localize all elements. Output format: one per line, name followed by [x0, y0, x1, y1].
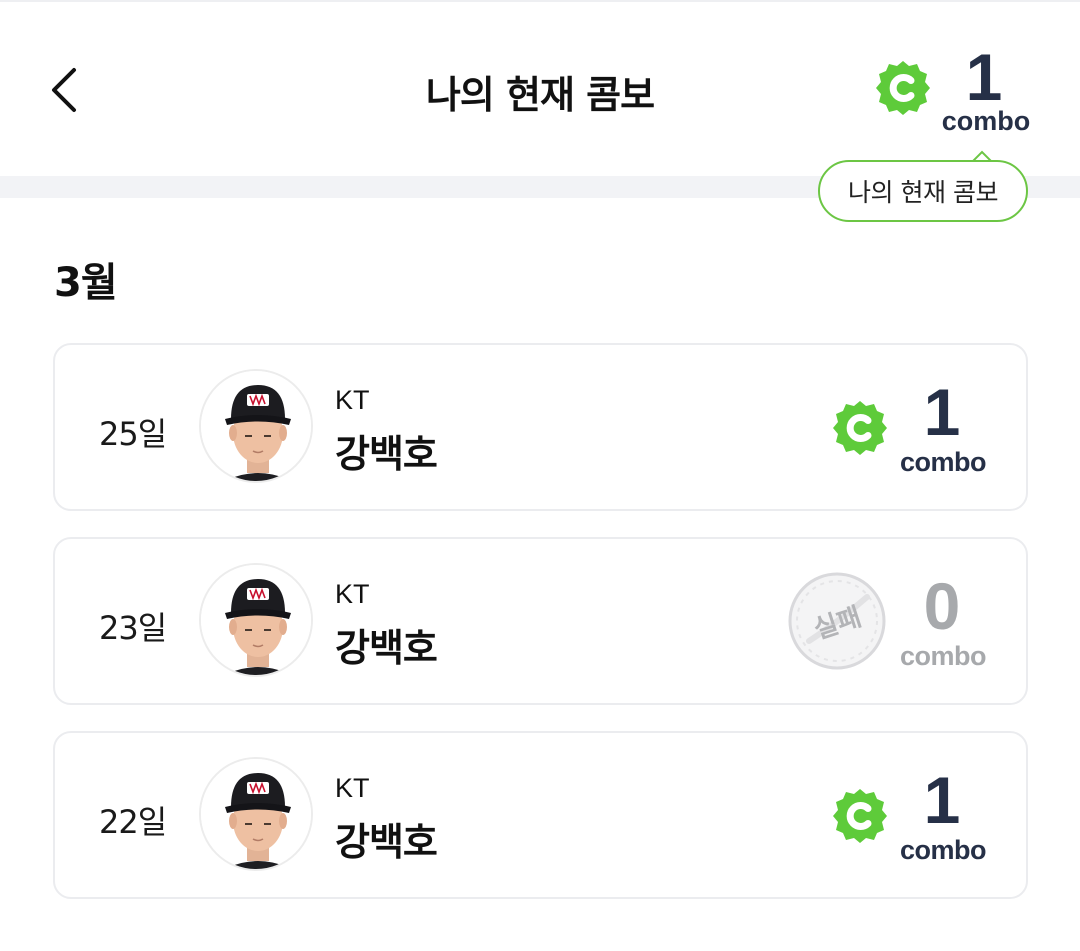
entry-day: 22일: [99, 803, 167, 841]
entry-day: 25일: [99, 415, 167, 453]
player-name: 강백호: [335, 432, 438, 476]
current-combo-value: 1: [965, 40, 1003, 114]
team-name: KT: [335, 773, 370, 803]
player-avatar: [199, 563, 313, 677]
player-name: 강백호: [335, 820, 438, 864]
entry-day: 23일: [99, 609, 167, 647]
player-photo-icon: [201, 759, 311, 869]
combo-history-card[interactable]: 22일 KT 강백호 1 combo: [53, 731, 1028, 899]
combo-c-badge-icon: [833, 789, 887, 843]
fail-stamp-icon: 실패: [787, 571, 887, 671]
combo-unit: combo: [899, 641, 987, 671]
team-name: KT: [335, 579, 370, 609]
combo-history-card[interactable]: 25일 KT 강백호 1 combo: [53, 343, 1028, 511]
combo-history-card[interactable]: 23일 KT 강백호 실패 0 combo: [53, 537, 1028, 705]
player-name: 강백호: [335, 626, 438, 670]
combo-count: 1: [923, 375, 961, 449]
combo-unit: combo: [899, 447, 987, 477]
page-header: 나의 현재 콤보 1 combo: [0, 0, 1080, 176]
combo-count: 1: [923, 763, 961, 837]
combo-count: 0: [923, 569, 961, 643]
current-combo-indicator: 1 combo: [872, 40, 1042, 140]
team-name: KT: [335, 385, 370, 415]
combo-unit: combo: [899, 835, 987, 865]
player-avatar: [199, 757, 313, 871]
current-combo-tooltip: 나의 현재 콤보: [818, 160, 1028, 222]
combo-c-badge-icon: [876, 61, 930, 115]
player-photo-icon: [201, 565, 311, 675]
player-avatar: [199, 369, 313, 483]
current-combo-unit: combo: [941, 106, 1031, 136]
player-photo-icon: [201, 371, 311, 481]
combo-c-badge-icon: [833, 401, 887, 455]
month-heading: 3월: [54, 260, 118, 306]
